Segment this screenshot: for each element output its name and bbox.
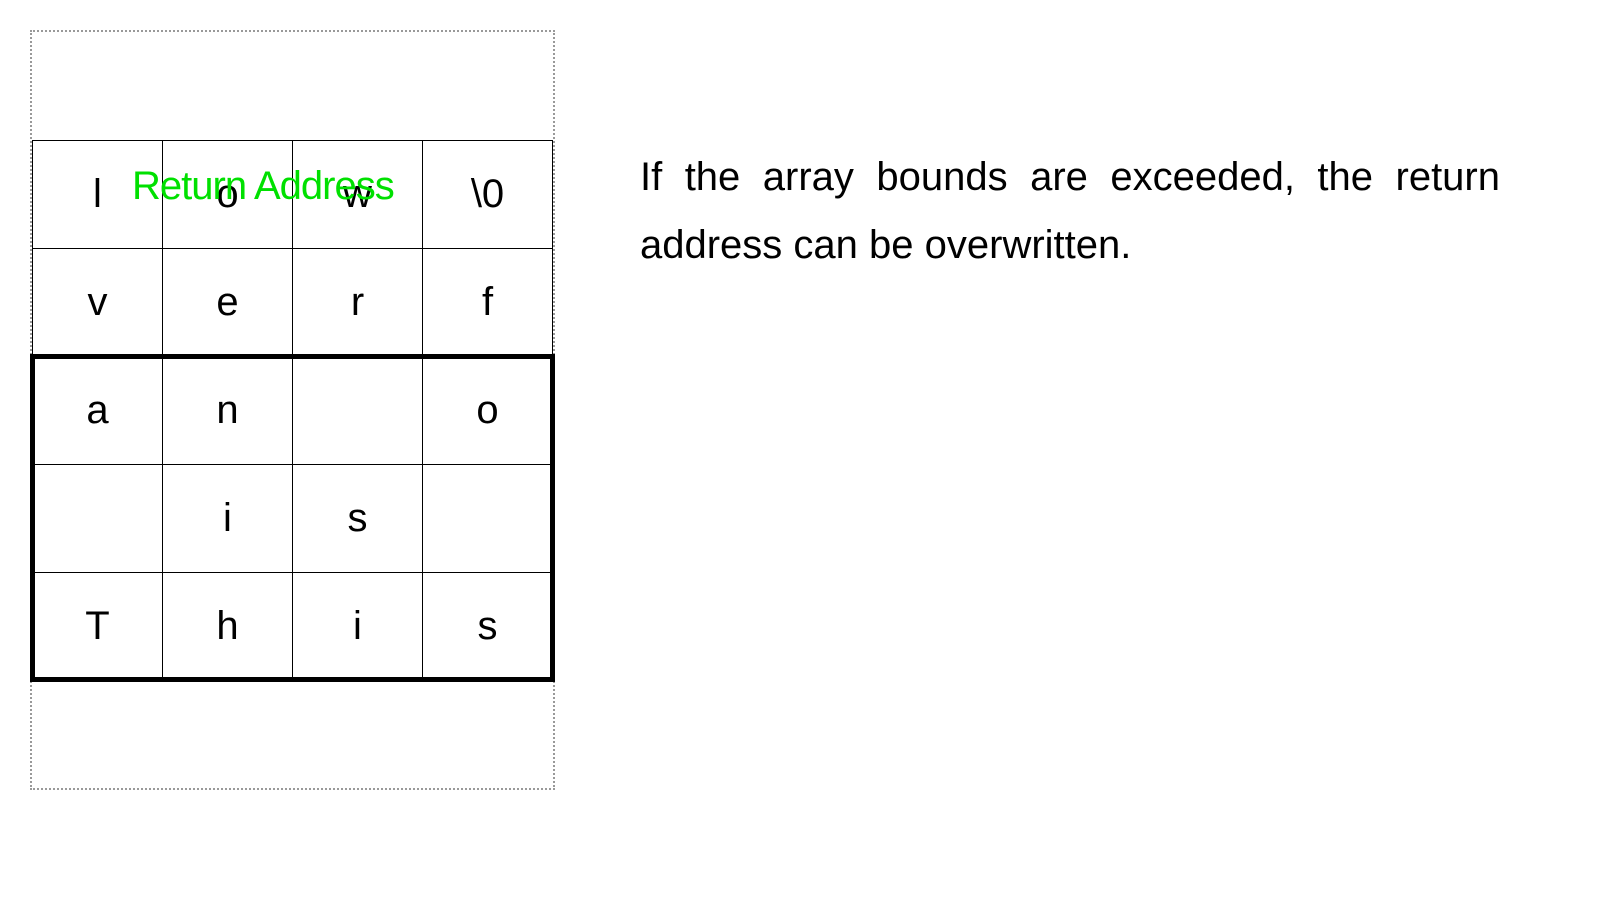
grid-cell: s	[293, 465, 423, 573]
grid-cell: r	[293, 249, 423, 357]
stack-memory-diagram: l o w \0 v e r f a n o i s	[30, 30, 555, 790]
grid-cell	[423, 465, 553, 573]
grid-cell: s	[423, 573, 553, 681]
grid-cell: l	[33, 141, 163, 249]
grid-cell: o	[423, 357, 553, 465]
grid-cell: T	[33, 573, 163, 681]
grid-cell: v	[33, 249, 163, 357]
memory-grid: l o w \0 v e r f a n o i s	[32, 140, 553, 681]
grid-cell	[293, 357, 423, 465]
grid-cell: f	[423, 249, 553, 357]
table-row: v e r f	[33, 249, 553, 357]
table-row: i s	[33, 465, 553, 573]
grid-cell: h	[163, 573, 293, 681]
table-row: T h i s	[33, 573, 553, 681]
grid-cell: \0	[423, 141, 553, 249]
grid-cell: n	[163, 357, 293, 465]
grid-cell: e	[163, 249, 293, 357]
grid-cell	[33, 465, 163, 573]
grid-cell: i	[293, 573, 423, 681]
grid-cell: w	[293, 141, 423, 249]
grid-cell: o	[163, 141, 293, 249]
explanation-text: If the array bounds are exceeded, the re…	[640, 30, 1500, 279]
grid-cell: a	[33, 357, 163, 465]
table-row: l o w \0	[33, 141, 553, 249]
grid-cell: i	[163, 465, 293, 573]
table-row: a n o	[33, 357, 553, 465]
